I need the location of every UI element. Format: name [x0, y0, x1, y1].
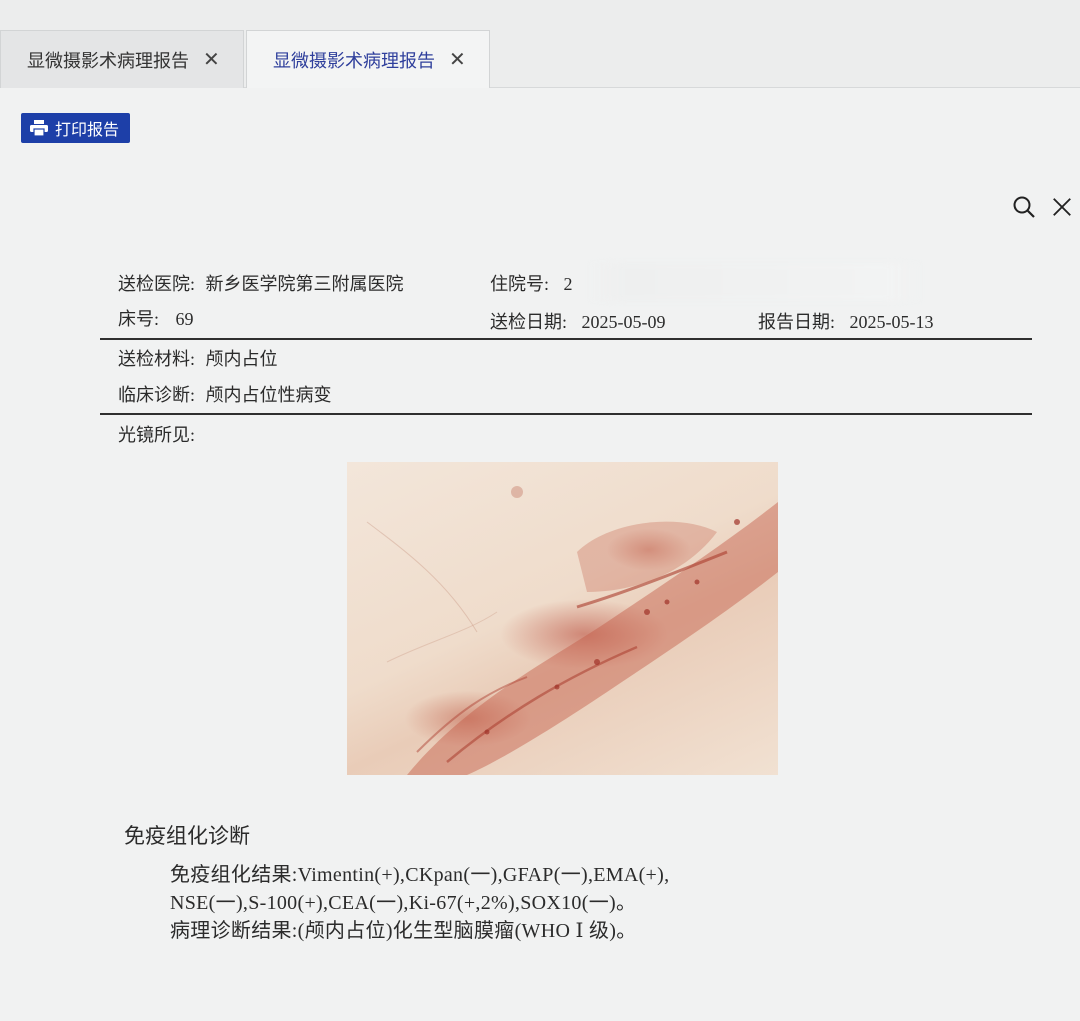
micrograph-image [347, 462, 778, 775]
search-icon[interactable] [1012, 195, 1036, 219]
report-date-field: 报告日期: 2025-05-13 [758, 308, 934, 334]
close-icon[interactable] [1050, 195, 1074, 219]
pathology-diagnosis: 病理诊断结果:(颅内占位)化生型脑膜瘤(WHO Ⅰ 级)。 [170, 920, 637, 942]
inpatient-value: 2 [563, 274, 573, 294]
viewer-tools [1012, 195, 1074, 219]
bed-value: 69 [175, 309, 194, 329]
material-label: 送检材料: [118, 349, 196, 369]
hospital-label: 送检医院: [118, 274, 196, 294]
bed-field: 床号: 69 [118, 305, 194, 331]
tab-bar: 显微摄影术病理报告 ✕ 显微摄影术病理报告 ✕ [0, 0, 1080, 88]
tab-label: 显微摄影术病理报告 [273, 50, 435, 71]
report-date-value: 2025-05-13 [849, 312, 934, 332]
tab-label: 显微摄影术病理报告 [27, 50, 189, 71]
material-value: 颅内占位 [205, 349, 278, 369]
tab-report-2[interactable]: 显微摄影术病理报告 ✕ [246, 30, 490, 88]
printer-icon [30, 120, 48, 137]
report-date-label: 报告日期: [758, 312, 836, 332]
microscopy-label: 光镜所见: [118, 425, 196, 445]
print-report-button[interactable]: 打印报告 [21, 113, 130, 143]
material-field: 送检材料: 颅内占位 [118, 345, 278, 371]
inpatient-label: 住院号: [490, 274, 550, 294]
divider [100, 413, 1032, 415]
ihc-result-line-1: 免疫组化结果:Vimentin(+),CKpan(一),GFAP(一),EMA(… [170, 864, 670, 886]
clinical-label: 临床诊断: [118, 385, 196, 405]
hospital-field: 送检医院: 新乡医学院第三附属医院 [118, 270, 404, 296]
inpatient-field: 住院号: 2 [490, 270, 573, 296]
clinical-value: 颅内占位性病变 [205, 385, 332, 405]
submit-date-label: 送检日期: [490, 312, 568, 332]
hospital-value: 新乡医学院第三附属医院 [205, 274, 404, 294]
ihc-result-line-2: NSE(一),S-100(+),CEA(一),Ki-67(+,2%),SOX10… [170, 892, 637, 914]
bed-label: 床号: [118, 309, 160, 329]
pathology-report: 送检医院: 新乡医学院第三附属医院 住院号: 2 床号: 69 送检日期: 20… [100, 255, 1032, 975]
close-icon[interactable]: ✕ [203, 47, 220, 72]
divider [100, 338, 1032, 340]
ihc-section-title: 免疫组化诊断 [124, 824, 250, 848]
print-button-label: 打印报告 [55, 122, 120, 139]
close-icon[interactable]: ✕ [449, 47, 466, 72]
clinical-field: 临床诊断: 颅内占位性病变 [118, 381, 332, 407]
redaction-blur [590, 263, 920, 301]
submit-date-field: 送检日期: 2025-05-09 [490, 308, 666, 334]
submit-date-value: 2025-05-09 [581, 312, 666, 332]
tab-report-1[interactable]: 显微摄影术病理报告 ✕ [0, 30, 244, 88]
